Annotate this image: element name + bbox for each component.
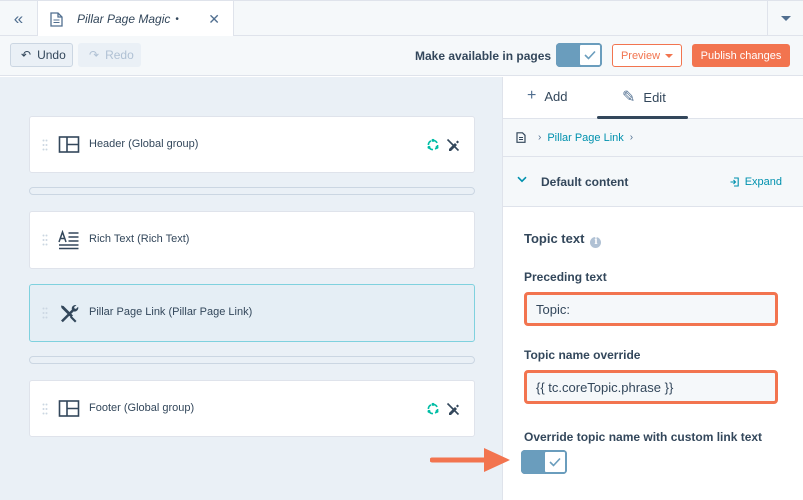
preview-label: Preview: [620, 49, 661, 62]
rich-text-icon: [58, 230, 79, 250]
editor-tab-bar: « Pillar Page Magic • ✕: [0, 0, 803, 37]
drag-handle-icon[interactable]: [42, 307, 48, 319]
module-label: Header (Global group): [89, 137, 199, 150]
tab-add-label: Add: [544, 88, 568, 104]
module-edit-panel: + Add ✎ Edit › Pillar Page Link › Defaul…: [502, 77, 803, 500]
chevron-right-icon: ›: [629, 132, 634, 143]
expand-icon: [730, 177, 739, 187]
unsaved-indicator: •: [175, 13, 179, 25]
caret-down-icon: [665, 53, 674, 58]
module-label: Rich Text (Rich Text): [89, 233, 190, 245]
make-available-label: Make available in pagesi: [415, 49, 568, 65]
undo-icon: ↶: [21, 48, 32, 62]
undo-label: Undo: [37, 48, 66, 62]
annotation-arrow-icon: [430, 448, 510, 472]
tab-edit-label: Edit: [643, 89, 666, 105]
topic-name-override-input[interactable]: [524, 370, 778, 404]
chevron-down-icon: [517, 176, 527, 183]
drag-handle-icon[interactable]: [42, 403, 48, 415]
toggle-knob: [578, 43, 602, 67]
module-label: Footer (Global group): [89, 401, 195, 414]
file-tab[interactable]: Pillar Page Magic • ✕: [38, 1, 234, 37]
chevron-right-icon: ›: [538, 132, 542, 143]
override-toggle-label: Override topic name with custom link tex…: [524, 430, 763, 444]
tab-menu-button[interactable]: [767, 1, 803, 36]
make-available-text: Make available in pages: [415, 49, 552, 63]
override-topic-name-toggle[interactable]: [521, 450, 567, 474]
redo-icon: ↷: [89, 48, 100, 62]
tab-edit[interactable]: ✎ Edit: [622, 87, 666, 107]
undo-button[interactable]: ↶ Undo: [10, 43, 73, 67]
layout-icon: [58, 135, 80, 153]
expand-label: Expand: [744, 176, 782, 188]
layout-icon: [58, 399, 80, 417]
expand-button[interactable]: Expand: [730, 176, 782, 188]
collapse-sidebar-button[interactable]: «: [0, 1, 38, 36]
module-footer[interactable]: Footer (Global group): [29, 380, 475, 437]
file-tab-title: Pillar Page Magic: [77, 12, 171, 26]
global-sync-icon: [427, 402, 439, 414]
plus-icon: +: [527, 87, 537, 104]
module-pillar-page-link[interactable]: Pillar Page Link (Pillar Page Link): [29, 284, 475, 342]
global-group-divider: [29, 187, 475, 195]
toggle-track: [556, 43, 580, 67]
info-icon[interactable]: i: [590, 237, 602, 248]
pencil-icon: ✎: [622, 89, 636, 106]
edit-disabled-icon: [446, 402, 460, 415]
group-title: Topic text i: [524, 231, 602, 248]
preceding-text-label: Preceding text: [524, 270, 607, 284]
global-sync-icon: [427, 138, 439, 150]
toggle-knob: [543, 450, 567, 474]
module-header[interactable]: Header (Global group): [29, 116, 475, 173]
preceding-text-input[interactable]: [524, 292, 778, 326]
global-group-divider: [29, 356, 475, 364]
edit-disabled-icon: [446, 138, 460, 151]
tab-add[interactable]: + Add: [527, 87, 567, 105]
section-default-content[interactable]: Default content Expand: [503, 157, 803, 207]
topic-name-override-label: Topic name override: [524, 348, 641, 362]
group-title-text: Topic text: [524, 231, 585, 246]
checkmark-icon: [584, 50, 596, 60]
file-icon: [50, 11, 63, 27]
module-label: Pillar Page Link (Pillar Page Link): [89, 306, 253, 318]
preview-button[interactable]: Preview: [612, 44, 682, 67]
make-available-toggle[interactable]: [556, 43, 602, 67]
section-title: Default content: [541, 175, 629, 189]
panel-tabs: + Add ✎ Edit: [503, 77, 803, 119]
redo-button[interactable]: ↷ Redo: [78, 43, 141, 67]
publish-label: Publish changes: [700, 49, 782, 62]
double-chevron-left-icon: «: [13, 8, 24, 28]
editor-toolbar: ↶ Undo ↷ Redo Make available in pagesi: [0, 36, 803, 76]
module-rich-text[interactable]: Rich Text (Rich Text): [29, 211, 475, 269]
wrench-icon: [61, 305, 79, 323]
breadcrumb-item[interactable]: Pillar Page Link: [547, 132, 623, 144]
global-indicators: [426, 138, 460, 152]
global-indicators: [426, 402, 460, 416]
checkmark-icon: [549, 457, 561, 467]
caret-down-icon: [780, 16, 791, 21]
close-tab-icon[interactable]: ✕: [208, 11, 220, 28]
page-icon[interactable]: [516, 132, 526, 143]
redo-label: Redo: [105, 48, 134, 62]
toggle-track: [521, 450, 545, 474]
drag-handle-icon[interactable]: [42, 234, 48, 246]
drag-handle-icon[interactable]: [42, 139, 48, 151]
publish-button[interactable]: Publish changes: [692, 44, 790, 67]
breadcrumb: › Pillar Page Link ›: [503, 119, 803, 157]
